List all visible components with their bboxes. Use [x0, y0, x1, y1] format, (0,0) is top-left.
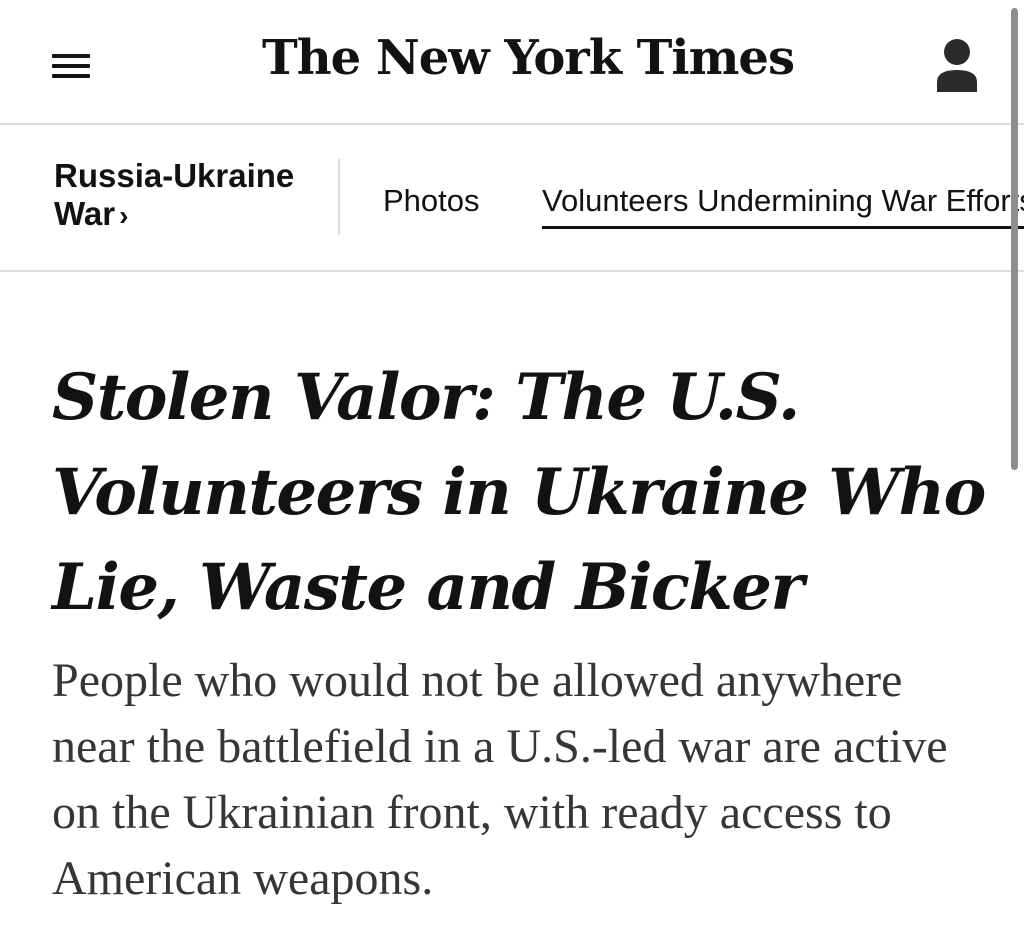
hamburger-menu-icon[interactable] [52, 52, 90, 80]
masthead: The New York Times [0, 0, 1024, 125]
menu-bar [52, 54, 90, 58]
menu-bar [52, 64, 90, 68]
user-account-icon[interactable] [934, 38, 980, 94]
article-summary: People who would not be allowed anywhere… [52, 654, 948, 905]
menu-bar [52, 74, 90, 78]
chevron-right-icon: › [119, 200, 129, 231]
article-page: The New York Times Russia-Ukraine War › P… [0, 0, 1024, 936]
article-headline: Stolen Valor: The U.S. Volunteers in Ukr… [52, 360, 986, 625]
section-link-russia-ukraine-war[interactable]: Russia-Ukraine War › [54, 157, 324, 235]
nyt-logo[interactable]: The New York Times [262, 18, 795, 98]
section-subnav: Russia-Ukraine War › Photos Volunteers Un… [0, 127, 1024, 272]
subnav-divider [338, 159, 340, 235]
vertical-scrollbar[interactable] [1011, 8, 1018, 470]
user-silhouette-icon [937, 39, 977, 92]
tab-volunteers-undermining-war-efforts[interactable]: Volunteers Undermining War Efforts [542, 182, 1024, 229]
tab-photos[interactable]: Photos [383, 182, 480, 220]
section-label: Russia-Ukraine War [54, 157, 295, 232]
